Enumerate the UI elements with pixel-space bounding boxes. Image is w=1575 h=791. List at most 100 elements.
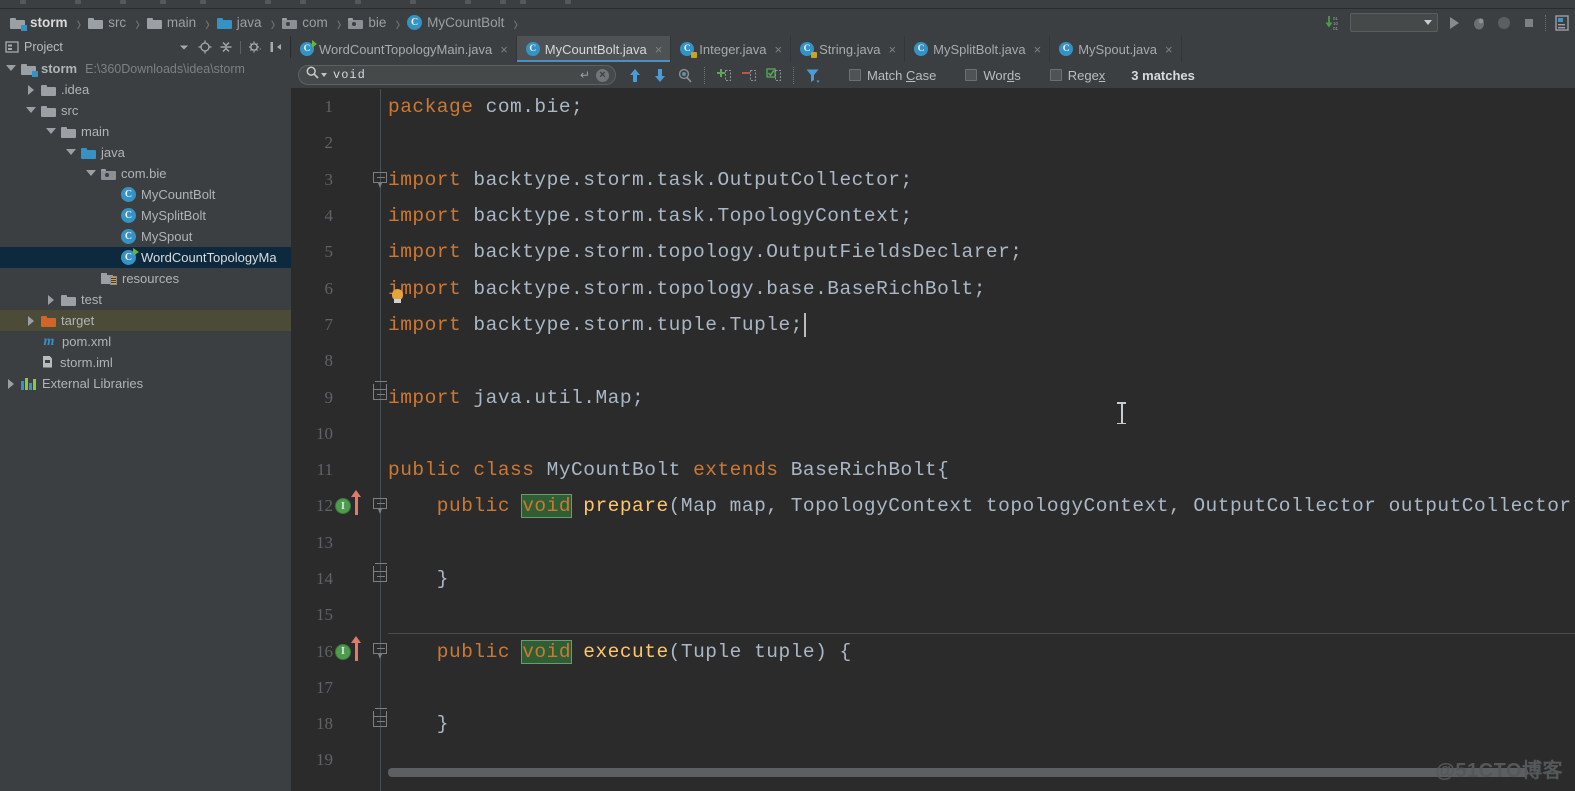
stop-icon[interactable] (1520, 14, 1538, 32)
fold-end-icon[interactable] (373, 562, 388, 586)
code-editor[interactable]: 1 package com.bie; 2 3 import backtype.storm… (291, 89, 1575, 791)
run-icon[interactable] (1445, 14, 1463, 32)
override-arrow-icon[interactable] (351, 490, 361, 516)
chevron-down-icon[interactable] (177, 40, 191, 54)
add-occurrence-icon[interactable] (716, 67, 732, 84)
checkbox-regex[interactable]: Regex (1049, 68, 1105, 83)
select-all-icon[interactable] (766, 67, 782, 84)
chevron-down-icon[interactable] (321, 73, 327, 77)
code-line-5[interactable]: 5 import backtype.storm.topology.OutputFi… (291, 234, 1575, 270)
scrollbar-thumb[interactable] (388, 768, 1528, 777)
code-line-8[interactable]: 8 (291, 343, 1575, 379)
tree-item-target[interactable]: target (0, 310, 291, 331)
remove-occurrence-icon[interactable] (741, 67, 757, 84)
fold-end-icon[interactable] (373, 708, 388, 731)
update-project-icon[interactable]: 01 10 01 (1325, 14, 1343, 32)
tab-wordcounttopologymain[interactable]: C WordCountTopologyMain.java × (291, 36, 517, 62)
code-line-13[interactable]: 13 (291, 525, 1575, 561)
tree-item-mycountbolt[interactable]: C MyCountBolt (0, 184, 291, 205)
chevron-down-icon[interactable] (46, 126, 57, 137)
hide-panel-icon[interactable] (269, 40, 283, 54)
code-line-10[interactable]: 10 (291, 416, 1575, 452)
implementing-method-icon[interactable]: I (335, 498, 351, 515)
tab-mycountbolt[interactable]: C MyCountBolt.java × (516, 36, 672, 62)
fold-start-icon[interactable] (373, 498, 388, 515)
code-line-11[interactable]: 11 public class MyCountBolt extends BaseR… (291, 452, 1575, 488)
breadcrumb-item-storm[interactable]: storm (10, 9, 68, 36)
select-all-occurrences-icon[interactable] (677, 67, 693, 84)
tree-item-main[interactable]: main (0, 121, 291, 142)
tree-item-storm[interactable]: storm E:\360Downloads\idea\storm (0, 58, 291, 79)
tab-mysplitbolt[interactable]: C MySplitBolt.java × (905, 36, 1051, 62)
close-icon[interactable]: × (889, 42, 897, 57)
chevron-right-icon[interactable] (26, 84, 37, 95)
breadcrumb-item-java[interactable]: java (216, 9, 262, 36)
chevron-right-icon[interactable] (46, 294, 57, 305)
settings-icon[interactable] (1553, 14, 1571, 32)
collapse-all-icon[interactable] (219, 40, 233, 54)
implementing-method-icon[interactable]: I (335, 643, 351, 660)
debug-icon[interactable] (1470, 14, 1488, 32)
tree-item-java[interactable]: java (0, 142, 291, 163)
search-input[interactable]: void ↵ × (298, 65, 616, 85)
tree-item-pom-xml[interactable]: m pom.xml (0, 331, 291, 352)
run-configurations-selector[interactable] (1350, 13, 1438, 32)
code-line-1[interactable]: 1 package com.bie; (291, 89, 1575, 125)
close-icon[interactable]: × (655, 42, 663, 57)
chevron-down-icon[interactable] (6, 63, 17, 74)
code-line-9[interactable]: 9 import java.util.Map; (291, 379, 1575, 415)
code-line-12[interactable]: 12 I public void prepare (Map map, Topolog… (291, 488, 1575, 524)
tree-item-resources[interactable]: resources (0, 268, 291, 289)
tree-item-external-libraries[interactable]: External Libraries (0, 373, 291, 394)
code-line-14[interactable]: 14 } (291, 561, 1575, 597)
checkbox-words[interactable]: Words (965, 68, 1021, 83)
close-icon[interactable]: × (500, 42, 508, 57)
checkbox-match-case[interactable]: Match Case (849, 68, 936, 83)
code-line-2[interactable]: 2 (291, 125, 1575, 161)
chevron-right-icon[interactable] (26, 315, 37, 326)
tab-integer[interactable]: C Integer.java × (671, 36, 792, 62)
gear-icon[interactable] (248, 40, 262, 54)
close-icon[interactable]: × (1034, 42, 1042, 57)
tree-item-wordcounttopologyma[interactable]: C WordCountTopologyMa (0, 247, 291, 268)
code-line-16[interactable]: 16 I public void execute (Tuple tuple) { (291, 633, 1575, 669)
close-icon[interactable]: × (1165, 42, 1173, 57)
breadcrumb-item-com[interactable]: com (282, 9, 328, 36)
horizontal-scrollbar[interactable] (388, 768, 1528, 777)
chevron-right-icon[interactable] (6, 378, 17, 389)
chevron-down-icon[interactable] (26, 105, 37, 116)
code-line-6[interactable]: 6 import backtype.storm.topology.base.Bas… (291, 270, 1575, 306)
intention-lightbulb-icon[interactable] (391, 288, 404, 304)
fold-end-icon[interactable] (373, 381, 388, 404)
code-line-4[interactable]: 4 import backtype.storm.task.TopologyCont… (291, 198, 1575, 234)
code-line-15[interactable]: 15 (291, 597, 1575, 633)
override-arrow-icon[interactable] (351, 635, 361, 661)
checkbox-box[interactable] (965, 69, 978, 81)
coverage-icon[interactable] (1495, 14, 1513, 32)
chevron-down-icon[interactable] (66, 147, 77, 158)
tree-item-com-bie[interactable]: com.bie (0, 163, 291, 184)
checkbox-box[interactable] (1049, 69, 1062, 81)
tab-myspout[interactable]: C MySpout.java × (1050, 36, 1182, 62)
code-line-3[interactable]: 3 import backtype.storm.task.OutputCollec… (291, 162, 1575, 198)
chevron-down-icon[interactable] (86, 168, 97, 179)
close-icon[interactable]: × (775, 42, 783, 57)
fold-start-icon[interactable] (373, 171, 388, 188)
breadcrumb-item-src[interactable]: src (88, 9, 126, 36)
tree-item-storm-iml[interactable]: storm.iml (0, 352, 291, 373)
breadcrumb-item-bie[interactable]: bie (348, 9, 386, 36)
tree-item-src[interactable]: src (0, 100, 291, 121)
tree-item-test[interactable]: test (0, 289, 291, 310)
tree-item--idea[interactable]: .idea (0, 79, 291, 100)
code-line-17[interactable]: 17 (291, 670, 1575, 706)
checkbox-box[interactable] (849, 69, 861, 81)
filter-icon[interactable] (805, 67, 821, 84)
code-line-18[interactable]: 18 } (291, 706, 1575, 742)
code-line-7[interactable]: 7 import backtype.storm.tuple.Tuple; (291, 307, 1575, 343)
find-next-icon[interactable] (652, 67, 668, 84)
fold-start-icon[interactable] (373, 643, 388, 660)
tab-string[interactable]: C String.java × (791, 36, 906, 62)
find-previous-icon[interactable] (627, 67, 643, 84)
breadcrumb-item-mycountbolt[interactable]: C MyCountBolt (407, 9, 504, 36)
close-icon[interactable]: × (596, 68, 609, 82)
